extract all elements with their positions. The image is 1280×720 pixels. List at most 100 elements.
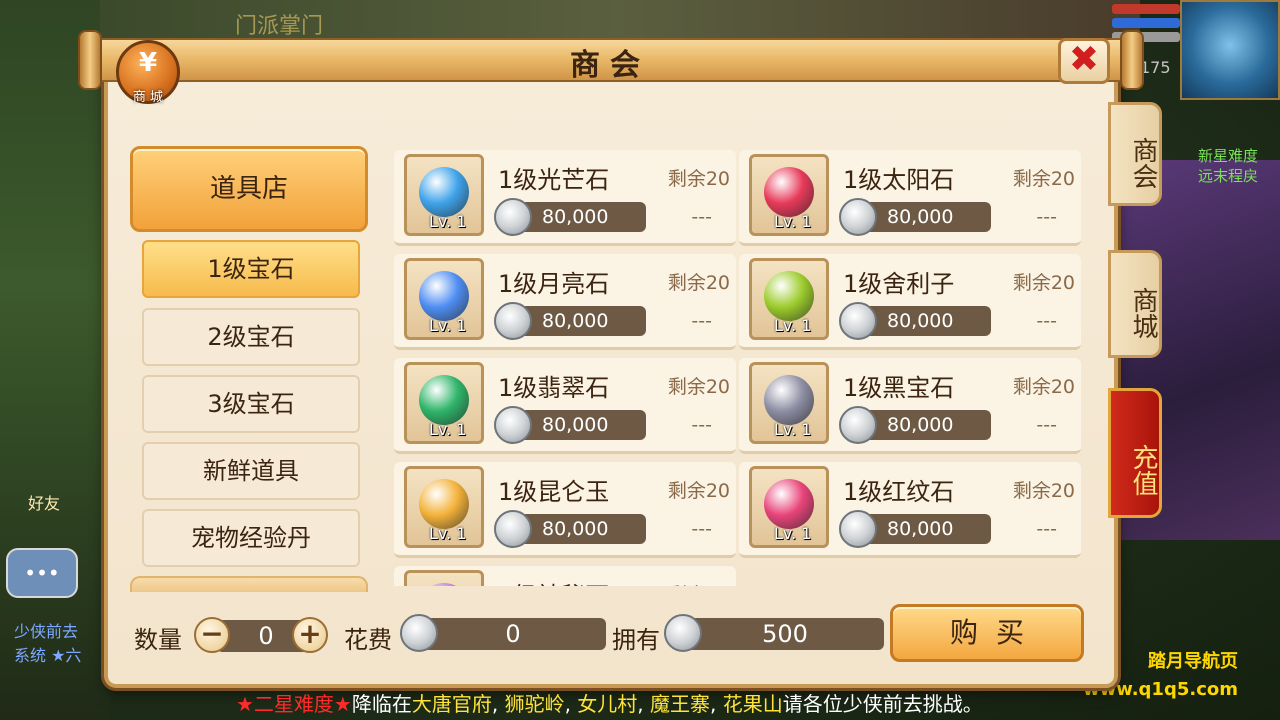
- gem-image: [764, 167, 814, 217]
- item-card[interactable]: Lv. 11级神秘石剩余2080,000---: [394, 566, 736, 586]
- item-price: 80,000: [512, 202, 646, 232]
- item-remaining: 剩余20: [1012, 272, 1075, 294]
- category-pet-exp-pill[interactable]: 宠物经验丹: [142, 509, 360, 567]
- silver-coin-icon: [494, 198, 532, 236]
- category-item-shop[interactable]: 道具店: [130, 146, 368, 232]
- gem-image: [419, 479, 469, 529]
- increase-quantity-button[interactable]: +: [292, 617, 328, 653]
- item-remaining: 剩余20: [667, 168, 730, 190]
- chat-line-1: 少侠前去: [14, 622, 79, 641]
- item-price: 80,000: [857, 202, 991, 232]
- item-price: 80,000: [512, 410, 646, 440]
- gem-image: [764, 271, 814, 321]
- item-price: 80,000: [512, 306, 646, 336]
- chat-bubble-icon[interactable]: •••: [6, 548, 78, 598]
- panel-title: 商会: [570, 48, 650, 83]
- item-card[interactable]: Lv. 1 1级翡翠石 剩余20 80,000 ---: [394, 358, 736, 454]
- broadcast-difficulty: ★二星难度★: [236, 692, 352, 716]
- item-grid[interactable]: Lv. 1 1级光芒石 剩余20 80,000 --- Lv. 1 1级太阳石 剩余20 80,…: [394, 150, 1084, 586]
- broadcast-place: 女儿村: [577, 692, 638, 716]
- broadcast-text: 降临在: [351, 692, 412, 716]
- item-name: 1级昆仑玉: [498, 478, 610, 506]
- item-card[interactable]: Lv. 1 1级红纹石 剩余20 80,000 ---: [739, 462, 1081, 558]
- friends-button[interactable]: 好友: [28, 490, 60, 514]
- silver-coin-icon: [664, 614, 702, 652]
- item-purchase-limit: ---: [691, 518, 712, 540]
- yen-icon: ¥: [138, 48, 158, 78]
- category-gem-level-1[interactable]: 1级宝石: [142, 240, 360, 298]
- item-card[interactable]: Lv. 1 1级光芒石 剩余20 80,000 ---: [394, 150, 736, 246]
- item-name: 1级光芒石: [498, 166, 610, 194]
- gem-icon: Lv. 1: [749, 258, 829, 340]
- item-remaining: 剩余20: [1012, 480, 1075, 502]
- item-name: 1级神秘石: [498, 576, 609, 586]
- item-purchase-limit: ---: [1036, 206, 1057, 228]
- item-name: 1级红纹石: [843, 478, 955, 506]
- gem-icon: Lv. 1: [404, 570, 484, 586]
- minus-icon: −: [200, 617, 224, 650]
- cost-label: 花费: [344, 626, 392, 654]
- tab-chamber-of-commerce[interactable]: 商会: [1108, 102, 1162, 206]
- owned-label: 拥有: [612, 626, 660, 654]
- silver-coin-icon: [494, 302, 532, 340]
- item-remaining: 剩余20: [668, 580, 730, 586]
- buy-button[interactable]: 购买: [890, 604, 1084, 662]
- item-card[interactable]: Lv. 1 1级月亮石 剩余20 80,000 ---: [394, 254, 736, 350]
- category-gem-level-2[interactable]: 2级宝石: [142, 308, 360, 366]
- item-name: 1级黑宝石: [843, 374, 955, 402]
- gem-image: [419, 167, 469, 217]
- item-level: Lv. 1: [429, 212, 467, 231]
- item-level: Lv. 1: [429, 420, 467, 439]
- item-purchase-limit: ---: [1036, 414, 1057, 436]
- item-price: 80,000: [512, 514, 646, 544]
- close-button[interactable]: ✖: [1058, 38, 1110, 84]
- item-card[interactable]: Lv. 1 1级昆仑玉 剩余20 80,000 ---: [394, 462, 736, 558]
- gem-image: [764, 375, 814, 425]
- game-scene-left: [0, 0, 110, 720]
- plus-icon: +: [298, 617, 322, 650]
- tab-recharge[interactable]: 充值: [1108, 388, 1162, 518]
- silver-coin-icon: [839, 406, 877, 444]
- silver-coin-icon: [839, 510, 877, 548]
- item-name: 1级月亮石: [498, 270, 610, 298]
- item-card[interactable]: Lv. 1 1级舍利子 剩余20 80,000 ---: [739, 254, 1081, 350]
- decrease-quantity-button[interactable]: −: [194, 617, 230, 653]
- owned-value: 500: [686, 618, 884, 650]
- item-purchase-limit: ---: [691, 310, 712, 332]
- item-card[interactable]: Lv. 1 1级黑宝石 剩余20 80,000 ---: [739, 358, 1081, 454]
- gem-image: [419, 375, 469, 425]
- tab-mall[interactable]: 商城: [1108, 250, 1162, 358]
- sect-leader-label: 门派掌门: [235, 14, 324, 39]
- category-gem-level-3[interactable]: 3级宝石: [142, 375, 360, 433]
- gem-icon: Lv. 1: [749, 466, 829, 548]
- item-level: Lv. 1: [774, 316, 812, 335]
- broadcast-place: 花果山: [722, 692, 783, 716]
- shop-badge-button[interactable]: ¥ 商 城: [116, 40, 180, 105]
- broadcast-place: 魔王寨: [650, 692, 711, 716]
- item-price: 80,000: [857, 306, 991, 336]
- item-purchase-limit: ---: [1036, 518, 1057, 540]
- gem-icon: Lv. 1: [404, 362, 484, 444]
- event-notice[interactable]: 新星难度 远末程戻: [1198, 146, 1258, 186]
- item-level: Lv. 1: [774, 524, 812, 543]
- silver-coin-icon: [839, 198, 877, 236]
- broadcast-separator: ,: [710, 692, 723, 716]
- item-name: 1级翡翠石: [498, 374, 610, 402]
- gem-icon: Lv. 1: [404, 466, 484, 548]
- item-remaining: 剩余20: [667, 272, 730, 294]
- broadcast-separator: ,: [564, 692, 578, 716]
- category-list-overflow: [130, 576, 368, 592]
- category-fresh-items[interactable]: 新鲜道具: [142, 442, 360, 500]
- gem-image: [419, 271, 469, 321]
- item-purchase-limit: ---: [1036, 310, 1057, 332]
- item-level: Lv. 1: [774, 212, 812, 231]
- gem-icon: Lv. 1: [749, 154, 829, 236]
- item-name: 1级太阳石: [843, 166, 955, 194]
- item-level: Lv. 1: [429, 524, 467, 543]
- event-line-2: 远末程戻: [1198, 167, 1259, 185]
- item-remaining: 剩余20: [667, 376, 730, 398]
- item-card[interactable]: Lv. 1 1级太阳石 剩余20 80,000 ---: [739, 150, 1081, 246]
- system-broadcast: ★二星难度★降临在大唐官府, 狮驼岭, 女儿村, 魔王寨, 花果山请各位少侠前去…: [236, 688, 983, 717]
- silver-coin-icon: [839, 302, 877, 340]
- gem-image: [419, 583, 469, 586]
